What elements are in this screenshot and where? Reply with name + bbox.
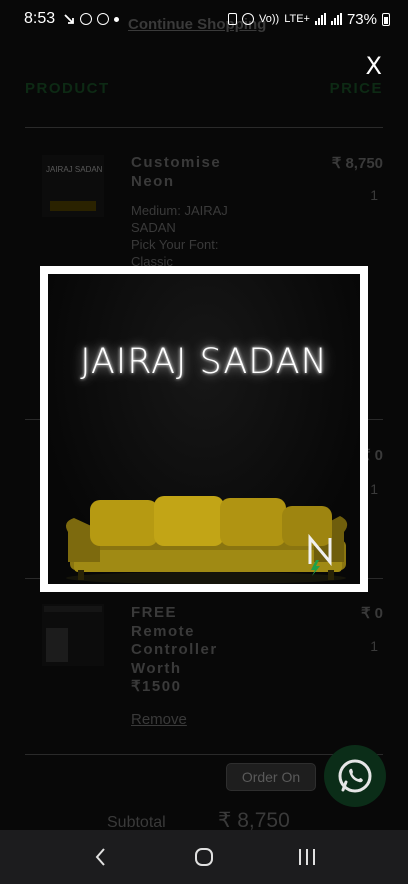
- product-thumbnail-remote[interactable]: [42, 604, 104, 666]
- more-notifications-dot: [114, 16, 120, 22]
- whatsapp-button[interactable]: [324, 745, 386, 807]
- column-header-price: PRICE: [329, 80, 383, 97]
- status-time: 8:53: [24, 10, 56, 27]
- item-price-neon: ₹ 8,750: [331, 155, 383, 172]
- signal-icon: [314, 13, 326, 25]
- divider: [25, 754, 383, 755]
- item-name-line: Neon: [131, 172, 175, 190]
- nav-recents-button[interactable]: [287, 837, 327, 877]
- subtotal-label: Subtotal: [107, 814, 166, 830]
- order-on-whatsapp-button[interactable]: Order On: [226, 763, 316, 791]
- item-meta-line: Medium: JAIRAJ: [131, 203, 228, 218]
- whatsapp-notification-icon: [97, 13, 110, 25]
- remove-link[interactable]: Remove: [131, 711, 187, 728]
- recents-icon: [298, 849, 315, 865]
- item-options-neon: Medium: JAIRAJ SADAN Pick Your Font: Cla…: [131, 202, 228, 270]
- brand-logo-icon: [308, 534, 332, 576]
- battery-icon: [382, 12, 390, 26]
- neon-preview-image: JAIRAJ SADAN: [48, 274, 360, 584]
- notification-icons: [63, 13, 120, 25]
- chevron-left-icon: [95, 848, 106, 866]
- item-meta-line: Pick Your Font:: [131, 237, 219, 252]
- battery-saver-icon: [228, 13, 237, 25]
- thumbnail-sofa: [50, 201, 96, 211]
- item-name-line: Worth: [131, 659, 182, 677]
- neon-sign-text: JAIRAJ SADAN: [80, 342, 328, 382]
- divider: [25, 127, 383, 128]
- close-modal-button[interactable]: X: [366, 52, 382, 80]
- item-name-line: Controller: [131, 641, 218, 658]
- product-image-modal: JAIRAJ SADAN: [40, 266, 368, 592]
- chrome-icon: [80, 13, 93, 25]
- thumbnail-remote: [46, 628, 68, 662]
- product-thumbnail-neon[interactable]: JAIRAJ SADAN: [42, 155, 104, 217]
- item-name-remote[interactable]: FREE Remote Controller Worth ₹1500: [131, 604, 218, 697]
- system-navigation-bar: [0, 830, 408, 884]
- status-bar: 8:53 Vo)) LTE+ 73%: [0, 0, 408, 38]
- nav-home-button[interactable]: [184, 837, 224, 877]
- network-type-label: LTE+: [284, 13, 310, 25]
- battery-percent: 73%: [346, 10, 377, 28]
- nav-back-button[interactable]: [81, 837, 121, 877]
- thumbnail-banner: [44, 606, 102, 612]
- item-name-neon[interactable]: Customise Neon: [131, 154, 221, 191]
- system-icons: Vo)) LTE+ 73%: [228, 11, 390, 28]
- item-name-line: FREE: [131, 604, 178, 621]
- item-name-line: ₹1500: [131, 678, 182, 695]
- item-qty-remote[interactable]: 1: [370, 638, 378, 654]
- item-price-remote: ₹ 0: [360, 605, 383, 622]
- alarm-icon: [242, 13, 254, 25]
- whatsapp-icon: [338, 759, 372, 793]
- missed-call-icon: [64, 14, 75, 24]
- signal-icon-2: [330, 13, 342, 25]
- item-name-line: Customise: [131, 154, 222, 171]
- item-meta-line: SADAN: [131, 220, 176, 235]
- thumbnail-text: JAIRAJ SADAN: [46, 165, 103, 174]
- item-qty-2[interactable]: 1: [370, 481, 378, 497]
- volte-label: Vo)): [259, 13, 280, 25]
- item-name-line: Remote: [131, 622, 196, 640]
- item-qty-neon[interactable]: 1: [370, 187, 378, 203]
- column-header-product: PRODUCT: [25, 80, 110, 97]
- subtotal-value: ₹ 8,750: [218, 809, 290, 830]
- home-circle-icon: [194, 848, 213, 866]
